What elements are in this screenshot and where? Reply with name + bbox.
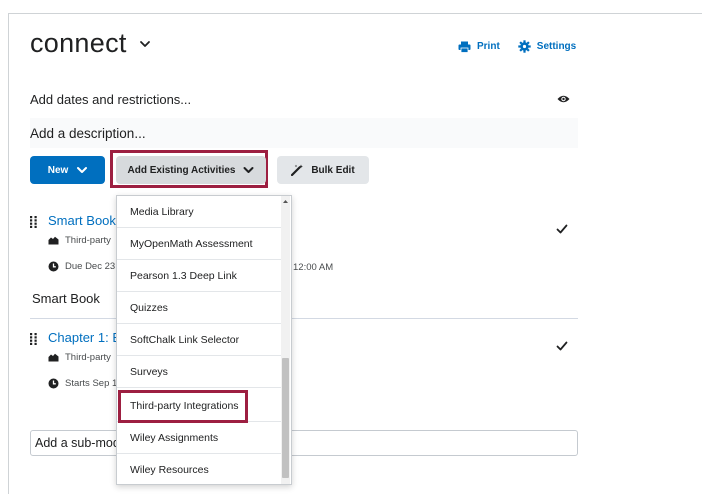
puzzle-icon: [48, 236, 59, 245]
menu-item-pearson-deep-link[interactable]: Pearson 1.3 Deep Link: [117, 260, 283, 292]
module-title-text: connect: [30, 28, 127, 58]
menu-item-myopenmath-assessment[interactable]: MyOpenMath Assessment: [117, 228, 283, 260]
chevron-down-icon: [77, 167, 88, 173]
chevron-down-icon: [243, 167, 254, 173]
chevron-down-icon[interactable]: [139, 38, 151, 50]
dates-restrictions-label: Add dates and restrictions...: [30, 91, 192, 107]
item-type-label: Third-party: [65, 235, 111, 246]
menu-item-softchalk-link-selector[interactable]: SoftChalk Link Selector: [117, 324, 283, 356]
puzzle-icon: [48, 353, 59, 362]
menu-item-wiley-assignments[interactable]: Wiley Assignments: [117, 422, 283, 454]
print-icon: [458, 41, 471, 53]
magic-wand-icon: [291, 164, 304, 176]
drag-handle-icon[interactable]: [30, 333, 38, 345]
checkmark-icon: [556, 224, 568, 234]
menu-item-quizzes[interactable]: Quizzes: [117, 292, 283, 324]
menu-item-wiley-resources[interactable]: Wiley Resources: [117, 454, 283, 484]
divider: [30, 318, 578, 319]
dropdown-scrollbar[interactable]: [281, 196, 290, 484]
item-due-date-label: Due Dec 23,: [65, 261, 118, 272]
menu-item-third-party-integrations[interactable]: Third-party Integrations: [117, 390, 283, 422]
print-label: Print: [477, 41, 500, 52]
item-title-link[interactable]: Smart Book: [48, 213, 116, 228]
description-label: Add a description...: [30, 125, 146, 141]
item-description: Smart Book: [32, 291, 100, 306]
item-due-time: 12:00 AM: [293, 262, 334, 273]
checkmark-icon: [556, 341, 568, 351]
add-existing-label: Add Existing Activities: [127, 164, 236, 176]
item-start-date: Starts Sep 19: [48, 378, 123, 389]
drag-handle-icon[interactable]: [30, 216, 38, 228]
item-due-date: Due Dec 23,: [48, 261, 118, 272]
item-type: Third-party: [48, 235, 111, 246]
module-title[interactable]: connect: [30, 28, 151, 59]
item-start-date-label: Starts Sep 19: [65, 378, 123, 389]
scrollbar-thumb[interactable]: [282, 358, 289, 478]
new-button-label: New: [47, 164, 69, 176]
menu-item-media-library[interactable]: Media Library: [117, 196, 283, 228]
clock-icon: [48, 261, 59, 272]
bulk-edit-button[interactable]: Bulk Edit: [277, 156, 369, 184]
add-submodule-label: Add a sub-mod: [35, 436, 120, 450]
settings-label: Settings: [536, 41, 577, 52]
scroll-up-arrow-icon[interactable]: [282, 198, 289, 205]
new-button[interactable]: New: [30, 156, 105, 184]
top-actions: Print Settings: [458, 40, 576, 53]
item-type-label: Third-party: [65, 352, 111, 363]
clock-icon: [48, 378, 59, 389]
menu-item-surveys[interactable]: Surveys: [117, 356, 283, 388]
description-row[interactable]: Add a description...: [30, 118, 578, 148]
item-type: Third-party: [48, 352, 111, 363]
list-item: Chapter 1: B Third-party Starts Sep 19: [30, 330, 578, 410]
settings-button[interactable]: Settings: [518, 40, 576, 53]
dates-restrictions-row[interactable]: Add dates and restrictions...: [30, 84, 578, 114]
gear-icon: [518, 40, 531, 53]
add-submodule-input[interactable]: Add a sub-mod: [30, 430, 578, 456]
print-button[interactable]: Print: [458, 40, 500, 53]
add-existing-dropdown-menu: Media Library MyOpenMath Assessment Pear…: [116, 195, 292, 485]
item-title-link[interactable]: Chapter 1: B: [48, 330, 121, 345]
add-existing-activities-button[interactable]: Add Existing Activities: [116, 156, 266, 184]
eye-icon[interactable]: [557, 94, 570, 104]
bulk-edit-label: Bulk Edit: [311, 164, 355, 176]
